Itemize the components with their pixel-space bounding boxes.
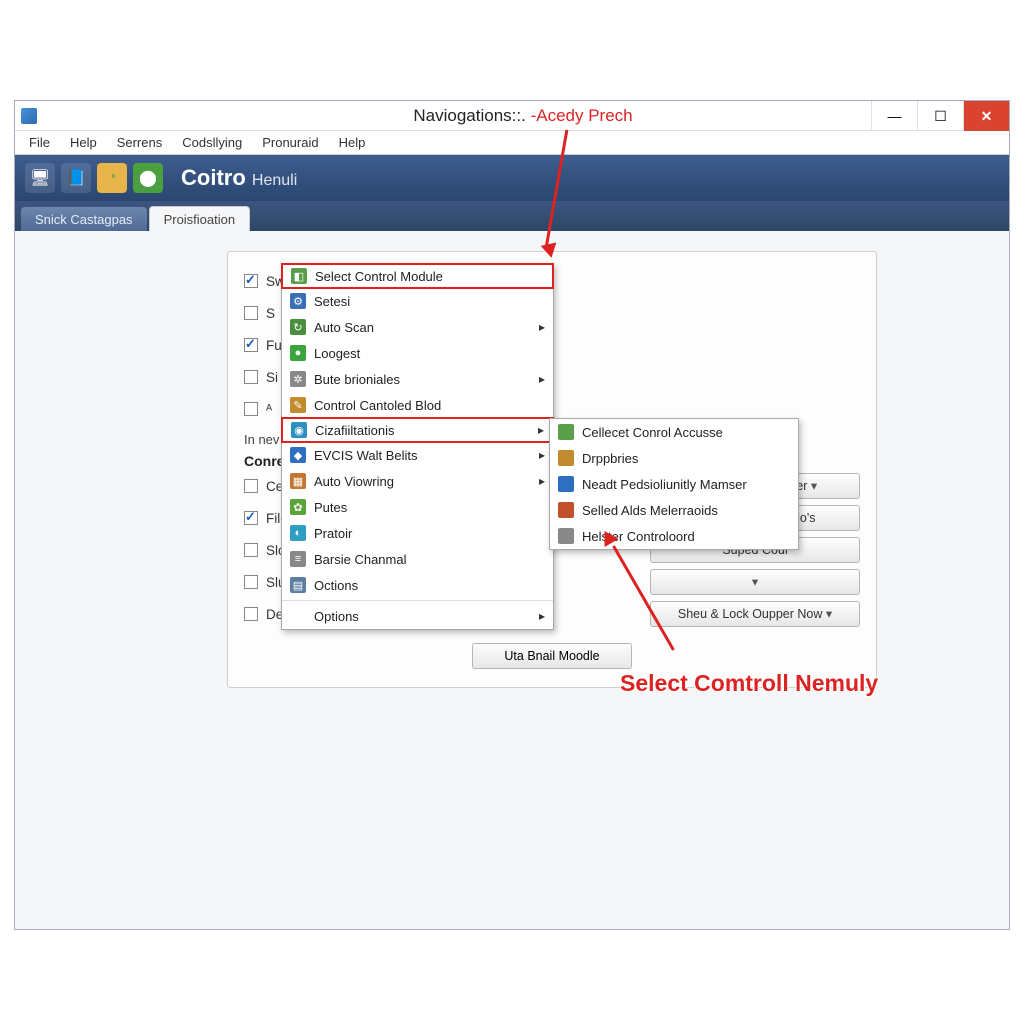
menu-item-1[interactable]: ⚙ Setesi	[282, 288, 553, 314]
menu-pronuraid[interactable]: Pronuraid	[252, 133, 328, 152]
menu-item-label: Auto Viowring	[314, 474, 394, 489]
submenu-item-3[interactable]: Selled Alds Melerraoids	[550, 497, 798, 523]
submenu: Cellecet Conrol Accusse Drppbries Neadt Pe…	[549, 418, 799, 550]
menu-file[interactable]: File	[19, 133, 60, 152]
menu-item-label: Control Cantoled Blod	[314, 398, 441, 413]
checkbox[interactable]	[244, 274, 258, 288]
menu-item-icon: ◉	[291, 422, 307, 438]
menu-item-icon: ▤	[290, 577, 306, 593]
menu-item-icon: ◐	[290, 525, 306, 541]
menu-item-icon: ▦	[290, 473, 306, 489]
menu-item-8[interactable]: ▦ Auto Viowring	[282, 468, 553, 494]
menu-help[interactable]: Help	[60, 133, 107, 152]
checkbox[interactable]	[244, 338, 258, 352]
menu-item-label: Cizafiiltationis	[315, 423, 394, 438]
menu-item-label: EVCIS Walt Belits	[314, 448, 418, 463]
menu-item-0[interactable]: ◧ Select Control Module	[281, 263, 554, 289]
checkbox[interactable]	[244, 575, 258, 589]
menu-item-icon: ◧	[291, 268, 307, 284]
toolbar-icon-1[interactable]: 🖥	[25, 163, 55, 193]
menu-serrens[interactable]: Serrens	[107, 133, 173, 152]
menu-item-3[interactable]: ● Loogest	[282, 340, 553, 366]
titlebar: Naviogations::. -Acedy Prech — ☐ ✕	[15, 101, 1009, 131]
menu-item-label: Bute brioniales	[314, 372, 400, 387]
menu-item-icon	[290, 608, 306, 624]
menu-item-icon: ↻	[290, 319, 306, 335]
menu-item-11[interactable]: ≡ Barsie Chanmal	[282, 546, 553, 572]
menu-item-icon: ✎	[290, 397, 306, 413]
checkbox[interactable]	[244, 402, 258, 416]
menu-item-label: Auto Scan	[314, 320, 374, 335]
menu-item-icon: ●	[290, 345, 306, 361]
submenu-item-label: Drppbries	[582, 451, 638, 466]
menu-item-icon: ≡	[290, 551, 306, 567]
menu-item-label: Pratoir	[314, 526, 352, 541]
submenu-item-0[interactable]: Cellecet Conrol Accusse	[550, 419, 798, 445]
submenu-item-icon	[558, 528, 574, 544]
menu-item-label: Options	[314, 609, 359, 624]
menu-item-7[interactable]: ◆ EVCIS Walt Belits	[282, 442, 553, 468]
toolbar-icon-3[interactable]: ◔	[97, 163, 127, 193]
menu-item-2[interactable]: ↻ Auto Scan	[282, 314, 553, 340]
menu-item-14[interactable]: Options	[282, 603, 553, 629]
app-window: Naviogations::. -Acedy Prech — ☐ ✕ File …	[14, 100, 1010, 930]
toolbar: 🖥 📘 ◔ ⬤ Coitro Henuli	[15, 155, 1009, 201]
right-button-3[interactable]	[650, 569, 860, 595]
brand: Coitro Henuli	[181, 165, 297, 191]
brand-sub: Henuli	[252, 172, 297, 189]
tab-inactive[interactable]: Snick Castagpas	[21, 207, 147, 231]
submenu-item-1[interactable]: Drppbries	[550, 445, 798, 471]
menu-item-9[interactable]: ✿ Putes	[282, 494, 553, 520]
submenu-item-icon	[558, 450, 574, 466]
close-button[interactable]: ✕	[963, 101, 1009, 131]
checkbox[interactable]	[244, 543, 258, 557]
menu-item-icon: ⚙	[290, 293, 306, 309]
dropdown-menu: ◧ Select Control Module ⚙ Setesi ↻ Auto Scan ●…	[281, 263, 554, 630]
menu-item-label: Setesi	[314, 294, 350, 309]
menu-item-label: Loogest	[314, 346, 360, 361]
checkbox[interactable]	[244, 607, 258, 621]
menu-item-12[interactable]: ▤ Octions	[282, 572, 553, 598]
checkbox[interactable]	[244, 370, 258, 384]
tabstrip: Snick Castagpas Proisfioation	[15, 201, 1009, 231]
footer-button[interactable]: Uta Bnail Moodle	[472, 643, 632, 669]
app-icon	[21, 108, 37, 124]
submenu-item-label: Cellecet Conrol Accusse	[582, 425, 723, 440]
submenu-item-icon	[558, 476, 574, 492]
submenu-item-label: Selled Alds Melerraoids	[582, 503, 718, 518]
minimize-button[interactable]: —	[871, 101, 917, 131]
menu-item-5[interactable]: ✎ Control Cantoled Blod	[282, 392, 553, 418]
menu-item-label: Select Control Module	[315, 269, 443, 284]
submenu-item-2[interactable]: Neadt Pedsioliunitly Mamser	[550, 471, 798, 497]
title-black: Naviogations::.	[413, 106, 525, 125]
menu-item-icon: ◆	[290, 447, 306, 463]
submenu-item-icon	[558, 424, 574, 440]
menu-item-10[interactable]: ◐ Pratoir	[282, 520, 553, 546]
submenu-item-4[interactable]: Helster Controloord	[550, 523, 798, 549]
brand-main: Coitro	[181, 165, 246, 190]
menu-codsllying[interactable]: Codsllying	[172, 133, 252, 152]
menu-item-6[interactable]: ◉ Cizafiiltationis	[281, 417, 554, 443]
menu-item-label: Barsie Chanmal	[314, 552, 407, 567]
menu-item-icon: ✿	[290, 499, 306, 515]
checkbox[interactable]	[244, 479, 258, 493]
window-title: Naviogations::. -Acedy Prech	[37, 106, 1009, 126]
window-buttons: — ☐ ✕	[871, 101, 1009, 131]
menu-item-label: Putes	[314, 500, 347, 515]
menu-item-4[interactable]: ✲ Bute brioniales	[282, 366, 553, 392]
menubar: File Help Serrens Codsllying Pronuraid H…	[15, 131, 1009, 155]
checkbox[interactable]	[244, 511, 258, 525]
submenu-item-label: Neadt Pedsioliunitly Mamser	[582, 477, 747, 492]
title-red: -Acedy Prech	[531, 106, 633, 125]
menu-item-icon: ✲	[290, 371, 306, 387]
right-button-4[interactable]: Sheu & Lock Oupper Now	[650, 601, 860, 627]
maximize-button[interactable]: ☐	[917, 101, 963, 131]
menu-item-label: Octions	[314, 578, 358, 593]
tab-active[interactable]: Proisfioation	[149, 206, 251, 231]
menu-help2[interactable]: Help	[329, 133, 376, 152]
toolbar-icon-2[interactable]: 📘	[61, 163, 91, 193]
toolbar-icon-4[interactable]: ⬤	[133, 163, 163, 193]
submenu-item-icon	[558, 502, 574, 518]
checkbox[interactable]	[244, 306, 258, 320]
